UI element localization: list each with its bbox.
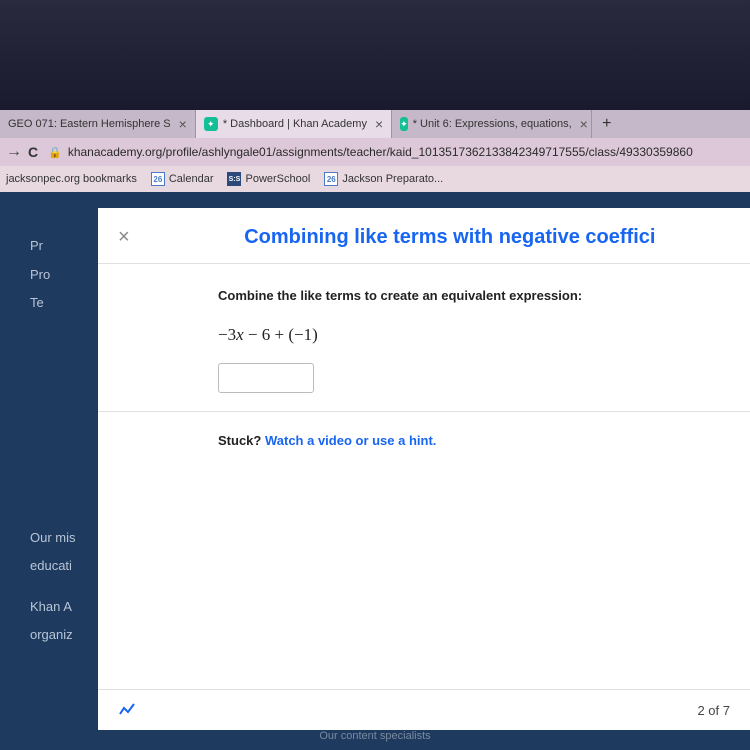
footer-text: Our content specialists	[319, 730, 430, 742]
close-icon[interactable]: ×	[179, 116, 187, 132]
bookmark-jackson-prep[interactable]: 26 Jackson Preparato...	[324, 172, 443, 186]
powerschool-icon: S:S	[227, 172, 241, 186]
browser-window: GEO 071: Eastern Hemisphere S × ✦ * Dash…	[0, 110, 750, 192]
close-icon[interactable]: ×	[580, 116, 588, 132]
tab-label: * Dashboard | Khan Academy	[223, 118, 367, 130]
calendar-icon: 26	[151, 172, 165, 186]
bookmark-label: Jackson Preparato...	[342, 173, 443, 185]
stuck-label: Stuck?	[218, 433, 265, 448]
bookmark-label: Calendar	[169, 173, 214, 185]
hint-section: Stuck? Watch a video or use a hint.	[98, 412, 750, 470]
reload-icon[interactable]: C	[28, 144, 38, 160]
hint-link[interactable]: Watch a video or use a hint.	[265, 433, 436, 448]
jackson-icon: 26	[324, 172, 338, 186]
bookmark-powerschool[interactable]: S:S PowerSchool	[227, 172, 310, 186]
exercise-modal: × Combining like terms with negative coe…	[98, 208, 750, 730]
tab-geo[interactable]: GEO 071: Eastern Hemisphere S ×	[0, 110, 196, 138]
exercise-title: Combining like terms with negative coeff…	[170, 226, 730, 249]
zigzag-icon[interactable]	[118, 700, 138, 720]
tab-label: * Unit 6: Expressions, equations,	[413, 118, 572, 130]
bookmark-label: jacksonpec.org bookmarks	[6, 173, 137, 185]
khan-icon: ✦	[400, 117, 408, 131]
modal-header: × Combining like terms with negative coe…	[98, 208, 750, 264]
close-icon[interactable]: ×	[118, 226, 130, 249]
laptop-bezel-top	[0, 0, 750, 110]
bookmarks-bar: jacksonpec.org bookmarks 26 Calendar S:S…	[0, 166, 750, 192]
sidebar-partial-top: Pr Pro Te	[30, 232, 50, 318]
new-tab-button[interactable]: +	[592, 115, 621, 133]
forward-icon[interactable]: →	[6, 143, 22, 161]
math-expression: −3x − 6 + (−1)	[218, 325, 730, 345]
khan-icon: ✦	[204, 117, 218, 131]
exercise-body: Combine the like terms to create an equi…	[98, 264, 750, 412]
url-text[interactable]: khanacademy.org/profile/ashlyngale01/ass…	[68, 145, 744, 159]
browser-tabs-bar: GEO 071: Eastern Hemisphere S × ✦ * Dash…	[0, 110, 750, 138]
tab-dashboard[interactable]: ✦ * Dashboard | Khan Academy ×	[196, 110, 392, 138]
bookmark-jackson[interactable]: jacksonpec.org bookmarks	[6, 173, 137, 185]
answer-input[interactable]	[218, 363, 314, 393]
address-bar: → C 🔒 khanacademy.org/profile/ashlyngale…	[0, 138, 750, 166]
tab-unit6[interactable]: ✦ * Unit 6: Expressions, equations, ×	[392, 110, 592, 138]
progress-indicator: 2 of 7	[697, 703, 730, 718]
bookmark-calendar[interactable]: 26 Calendar	[151, 172, 214, 186]
spacer	[98, 470, 750, 689]
close-icon[interactable]: ×	[375, 116, 383, 132]
lock-icon: 🔒	[48, 146, 62, 159]
sidebar-partial-bottom: Our mis educati Khan A organiz	[30, 524, 76, 650]
exercise-prompt: Combine the like terms to create an equi…	[218, 288, 730, 303]
modal-footer: 2 of 7	[98, 689, 750, 730]
bookmark-label: PowerSchool	[245, 173, 310, 185]
tab-label: GEO 071: Eastern Hemisphere S	[8, 118, 171, 130]
